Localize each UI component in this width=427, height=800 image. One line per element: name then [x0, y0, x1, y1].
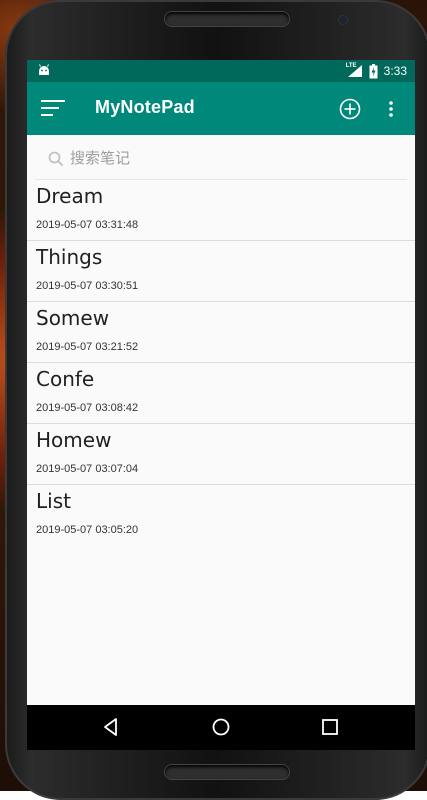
lte-label: LTE	[346, 63, 357, 69]
note-list: Dream 2019-05-07 03:31:48 Things 2019-05…	[27, 180, 415, 546]
search-input[interactable]	[70, 145, 390, 171]
device-screen: LTE 3:33 MyNotePad	[27, 60, 415, 750]
status-time: 3:33	[384, 64, 407, 78]
app-bar: MyNotePad	[27, 82, 415, 135]
note-date: 2019-05-07 03:21:52	[36, 341, 138, 353]
note-item[interactable]: Things 2019-05-07 03:30:51	[27, 241, 415, 302]
note-date: 2019-05-07 03:05:20	[36, 524, 138, 536]
note-date: 2019-05-07 03:30:51	[36, 280, 138, 292]
note-item[interactable]: Somew 2019-05-07 03:21:52	[27, 302, 415, 363]
status-indicators: LTE 3:33	[347, 62, 407, 80]
earpiece-speaker	[165, 12, 289, 26]
search-icon	[48, 151, 64, 167]
note-title: Dream	[36, 184, 103, 208]
home-icon[interactable]	[211, 717, 231, 737]
navigation-bar	[27, 705, 415, 750]
note-date: 2019-05-07 03:31:48	[36, 219, 138, 231]
note-date: 2019-05-07 03:07:04	[36, 463, 138, 475]
note-title: Confe	[36, 367, 94, 391]
recents-icon[interactable]	[320, 717, 340, 737]
more-vert-icon[interactable]	[388, 100, 394, 118]
search-bar	[35, 135, 407, 180]
app-title: MyNotePad	[95, 97, 195, 118]
lte-signal-icon: LTE	[347, 64, 363, 78]
battery-charging-icon	[369, 64, 378, 79]
note-item[interactable]: Confe 2019-05-07 03:08:42	[27, 363, 415, 424]
add-circle-icon[interactable]	[339, 98, 361, 120]
menu-icon[interactable]	[39, 98, 67, 118]
note-title: Homew	[36, 428, 111, 452]
note-item[interactable]: Dream 2019-05-07 03:31:48	[27, 180, 415, 241]
bottom-speaker	[165, 765, 289, 779]
front-camera	[339, 16, 347, 24]
note-date: 2019-05-07 03:08:42	[36, 402, 138, 414]
note-title: List	[36, 489, 71, 513]
status-bar: LTE 3:33	[27, 60, 415, 82]
back-icon[interactable]	[101, 717, 121, 737]
note-title: Things	[36, 245, 102, 269]
note-title: Somew	[36, 306, 109, 330]
android-debug-icon	[37, 63, 51, 77]
note-item[interactable]: Homew 2019-05-07 03:07:04	[27, 424, 415, 485]
note-item[interactable]: List 2019-05-07 03:05:20	[27, 485, 415, 546]
